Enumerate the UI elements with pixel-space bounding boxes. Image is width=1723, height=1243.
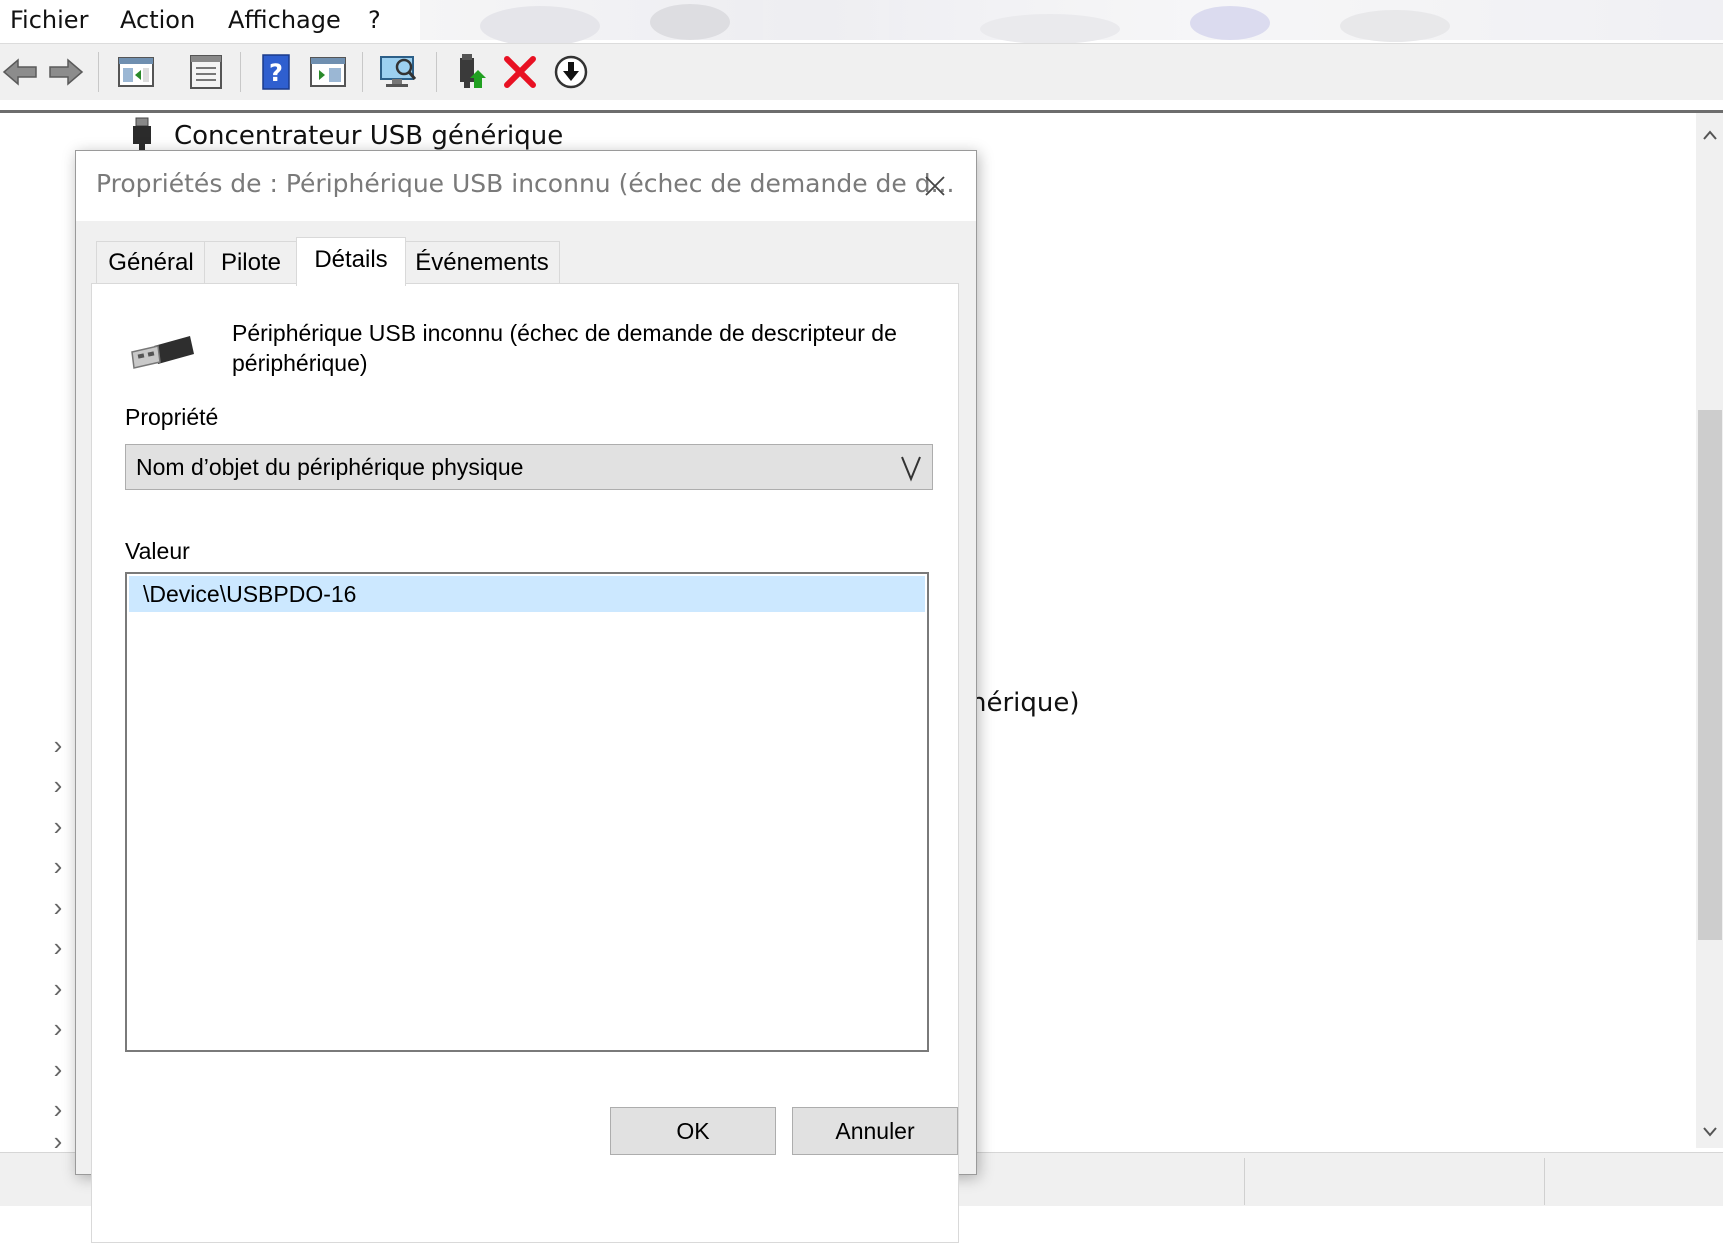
details-tab-panel: Périphérique USB inconnu (échec de deman… [91,283,959,1243]
toolbar: ? [0,43,1723,100]
ok-button[interactable]: OK [610,1107,776,1155]
back-arrow-icon[interactable] [0,52,40,92]
chevron-down-icon [896,451,926,483]
show-action-pane-icon[interactable] [308,52,348,92]
chevron-right-icon[interactable]: › [48,892,68,922]
status-divider [1544,1158,1545,1205]
disable-device-icon[interactable] [551,52,591,92]
chevron-right-icon[interactable]: › [48,973,68,1003]
tab-details[interactable]: Détails [296,237,406,286]
tab-pilote[interactable]: Pilote [204,241,298,284]
scroll-up-icon[interactable] [1700,125,1720,145]
status-divider [1244,1158,1245,1205]
properties-icon[interactable] [186,52,226,92]
chevron-right-icon[interactable]: › [48,1013,68,1043]
chevron-right-icon[interactable]: › [48,1094,68,1124]
close-icon[interactable] [916,167,954,205]
property-dropdown[interactable]: Nom d’objet du périphérique physique [125,444,933,490]
help-icon[interactable]: ? [256,52,296,92]
menubar-background-decoration [420,0,1723,46]
cancel-button[interactable]: Annuler [792,1107,958,1155]
chevron-right-icon[interactable]: › [48,851,68,881]
chevron-right-icon[interactable]: › [48,1133,68,1149]
tab-general[interactable]: Général [96,241,206,284]
chevron-right-icon[interactable]: › [48,811,68,841]
scroll-down-icon[interactable] [1700,1122,1720,1142]
chevron-right-icon[interactable]: › [48,730,68,760]
show-hide-console-tree-icon[interactable] [116,52,156,92]
dialog-title: Propriétés de : Périphérique USB inconnu… [96,169,955,198]
menu-bar: Fichier Action Affichage ? [0,0,1723,46]
chevron-right-icon[interactable]: › [48,932,68,962]
scrollbar-thumb[interactable] [1698,410,1722,940]
update-driver-icon[interactable] [452,52,492,92]
tab-evenements[interactable]: Événements [404,241,560,284]
toolbar-divider [0,110,1723,113]
dialog-titlebar[interactable]: Propriétés de : Périphérique USB inconnu… [76,151,976,221]
menu-fichier[interactable]: Fichier [8,2,90,38]
scan-hardware-icon[interactable] [378,52,418,92]
menu-help[interactable]: ? [366,2,383,38]
svg-text:?: ? [269,59,283,87]
property-dropdown-value: Nom d’objet du périphérique physique [136,454,524,480]
properties-dialog: Propriétés de : Périphérique USB inconnu… [75,150,977,1243]
chevron-right-icon[interactable]: › [48,770,68,800]
chevron-right-icon[interactable]: › [48,1054,68,1084]
list-item[interactable]: \Device\USBPDO-16 [129,576,925,612]
usb-plug-icon [124,332,196,376]
uninstall-device-icon[interactable] [500,52,540,92]
tree-item-partial-text[interactable]: nérique) [970,688,1080,718]
forward-arrow-icon[interactable] [46,52,86,92]
usb-connector-icon [130,116,154,152]
device-name: Périphérique USB inconnu (échec de deman… [232,320,897,376]
menu-affichage[interactable]: Affichage [226,2,343,38]
value-list[interactable]: \Device\USBPDO-16 [125,572,929,1052]
value-label: Valeur [125,538,190,564]
tree-item-generic-usb-hub[interactable]: Concentrateur USB générique [174,121,563,151]
value-text: \Device\USBPDO-16 [143,581,357,607]
property-label: Propriété [125,404,219,430]
menu-action[interactable]: Action [118,2,197,38]
